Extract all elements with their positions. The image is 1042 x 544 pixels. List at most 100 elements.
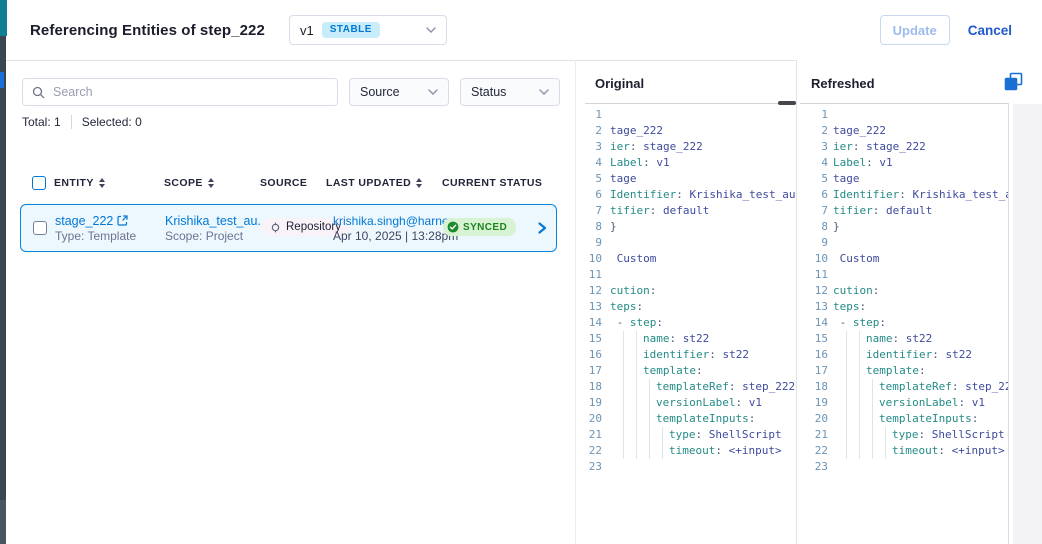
filters-toolbar: Source Status xyxy=(22,78,560,106)
code-line: 5tage xyxy=(797,171,1008,187)
entities-pane: Source Status Total: 1 Selected: 0 ENTIT… xyxy=(6,61,575,544)
code-line: 2tage_222 xyxy=(575,123,795,139)
code-line: 22timeout: <+input> xyxy=(797,443,1008,459)
code-line: 8} xyxy=(797,219,1008,235)
chevron-down-icon xyxy=(426,27,436,33)
code-line: 1 xyxy=(575,107,795,123)
referencing-entities-modal: Referencing Entities of step_222 v1 STAB… xyxy=(6,0,1042,544)
copy-icon[interactable] xyxy=(1004,72,1023,96)
column-label: SOURCE xyxy=(260,177,307,189)
table-row[interactable]: stage_222 Type: Template Krishika_test_a… xyxy=(20,204,557,252)
row-checkbox[interactable] xyxy=(33,221,47,235)
column-header-entity[interactable]: ENTITY xyxy=(54,177,164,189)
refreshed-editor-edge xyxy=(1008,103,1009,544)
scope-link[interactable]: Krishika_test_au... xyxy=(165,214,268,228)
search-icon xyxy=(32,86,45,99)
scope-type: Scope: Project xyxy=(165,229,261,243)
refreshed-editor-border xyxy=(800,103,1008,104)
last-updated-cell: krishika.singh@harnes... Apr 10, 2025 | … xyxy=(327,214,443,243)
scrollbar-gutter xyxy=(1013,104,1042,544)
code-line: 14 - step: xyxy=(797,315,1008,331)
source-filter-select[interactable]: Source xyxy=(349,78,449,106)
background-app-footer-edge xyxy=(0,500,6,544)
code-line: 1 xyxy=(797,107,1008,123)
code-line: 12cution: xyxy=(797,283,1008,299)
original-editor-border xyxy=(585,103,796,104)
entity-type: Type: Template xyxy=(55,229,165,243)
status-filter-label: Status xyxy=(471,85,506,99)
code-line: 6Identifier: Krishika_test_aut xyxy=(797,187,1008,203)
selected-count: Selected: 0 xyxy=(82,115,142,129)
code-line: 21type: ShellScript xyxy=(575,427,795,443)
code-line: 20templateInputs: xyxy=(575,411,795,427)
code-line: 3ier: stage_222 xyxy=(797,139,1008,155)
code-line: 23 xyxy=(575,459,795,475)
code-line: 7tifier: default xyxy=(575,203,795,219)
code-line: 5tage xyxy=(575,171,795,187)
entity-link[interactable]: stage_222 xyxy=(55,214,113,228)
code-line: 18templateRef: step_222 xyxy=(797,379,1008,395)
status-cell: SYNCED xyxy=(443,218,527,238)
code-line: 21type: ShellScript xyxy=(797,427,1008,443)
background-app-header-edge xyxy=(0,0,7,36)
source-cell: Repository xyxy=(261,218,327,238)
horizontal-scrollbar-thumb[interactable] xyxy=(778,101,796,105)
external-link-icon[interactable] xyxy=(117,215,128,226)
column-label: ENTITY xyxy=(54,177,94,189)
select-all-checkbox[interactable] xyxy=(32,176,46,190)
table-header: ENTITY SCOPE SOURCE LAST UPDATED CURRENT… xyxy=(20,176,557,190)
updated-at: Apr 10, 2025 | 13:28pm xyxy=(333,229,443,243)
code-line: 10 Custom xyxy=(575,251,795,267)
code-line: 2tage_222 xyxy=(797,123,1008,139)
status-filter-select[interactable]: Status xyxy=(460,78,560,106)
code-line: 18templateRef: step_222 xyxy=(575,379,795,395)
code-line: 11 xyxy=(575,267,795,283)
column-label: CURRENT STATUS xyxy=(442,177,542,189)
sort-icon[interactable] xyxy=(416,178,422,188)
updated-by-link[interactable]: krishika.singh@harnes... xyxy=(333,214,443,228)
column-label: SCOPE xyxy=(164,177,203,189)
entity-cell: stage_222 Type: Template xyxy=(55,214,165,243)
chevron-down-icon xyxy=(428,89,438,95)
column-header-current-status: CURRENT STATUS xyxy=(442,177,526,189)
column-header-scope[interactable]: SCOPE xyxy=(164,177,260,189)
code-line: 20templateInputs: xyxy=(797,411,1008,427)
original-code-editor[interactable]: 12tage_2223ier: stage_2224Label: v15tage… xyxy=(575,107,795,475)
status-badge: SYNCED xyxy=(443,218,516,236)
code-line: 15name: st22 xyxy=(575,331,795,347)
code-line: 8} xyxy=(575,219,795,235)
scope-cell: Krishika_test_au... Scope: Project xyxy=(165,214,261,243)
sort-icon[interactable] xyxy=(99,178,105,188)
code-line: 13teps: xyxy=(575,299,795,315)
search-input[interactable] xyxy=(23,79,337,105)
column-label: LAST UPDATED xyxy=(326,177,411,189)
code-line: 11 xyxy=(797,267,1008,283)
background-app-edge xyxy=(0,0,6,544)
yaml-diff-pane: Original Refreshed 12tage_2223ier: stage… xyxy=(575,0,1042,544)
code-line: 19versionLabel: v1 xyxy=(575,395,795,411)
refreshed-code-editor[interactable]: 12tage_2223ier: stage_2224Label: v15tage… xyxy=(797,107,1008,475)
summary-divider xyxy=(71,115,72,129)
code-line: 16identifier: st22 xyxy=(797,347,1008,363)
source-filter-label: Source xyxy=(360,85,400,99)
code-line: 7tifier: default xyxy=(797,203,1008,219)
sort-icon[interactable] xyxy=(208,178,214,188)
results-summary: Total: 1 Selected: 0 xyxy=(22,115,559,129)
code-line: 17template: xyxy=(797,363,1008,379)
stable-badge: STABLE xyxy=(322,22,380,38)
code-line: 3ier: stage_222 xyxy=(575,139,795,155)
version-select[interactable]: v1 STABLE xyxy=(289,15,447,45)
code-line: 14 - step: xyxy=(575,315,795,331)
row-chevron-icon[interactable] xyxy=(536,221,548,235)
code-line: 6Identifier: Krishika_test_aut xyxy=(575,187,795,203)
code-line: 12cution: xyxy=(575,283,795,299)
code-line: 16identifier: st22 xyxy=(575,347,795,363)
refreshed-panel-title: Refreshed xyxy=(811,76,875,91)
code-line: 10 Custom xyxy=(797,251,1008,267)
code-line: 19versionLabel: v1 xyxy=(797,395,1008,411)
chevron-down-icon xyxy=(539,89,549,95)
status-label: SYNCED xyxy=(463,222,507,233)
code-line: 17template: xyxy=(575,363,795,379)
column-header-last-updated[interactable]: LAST UPDATED xyxy=(326,177,442,189)
column-header-source: SOURCE xyxy=(260,177,326,189)
